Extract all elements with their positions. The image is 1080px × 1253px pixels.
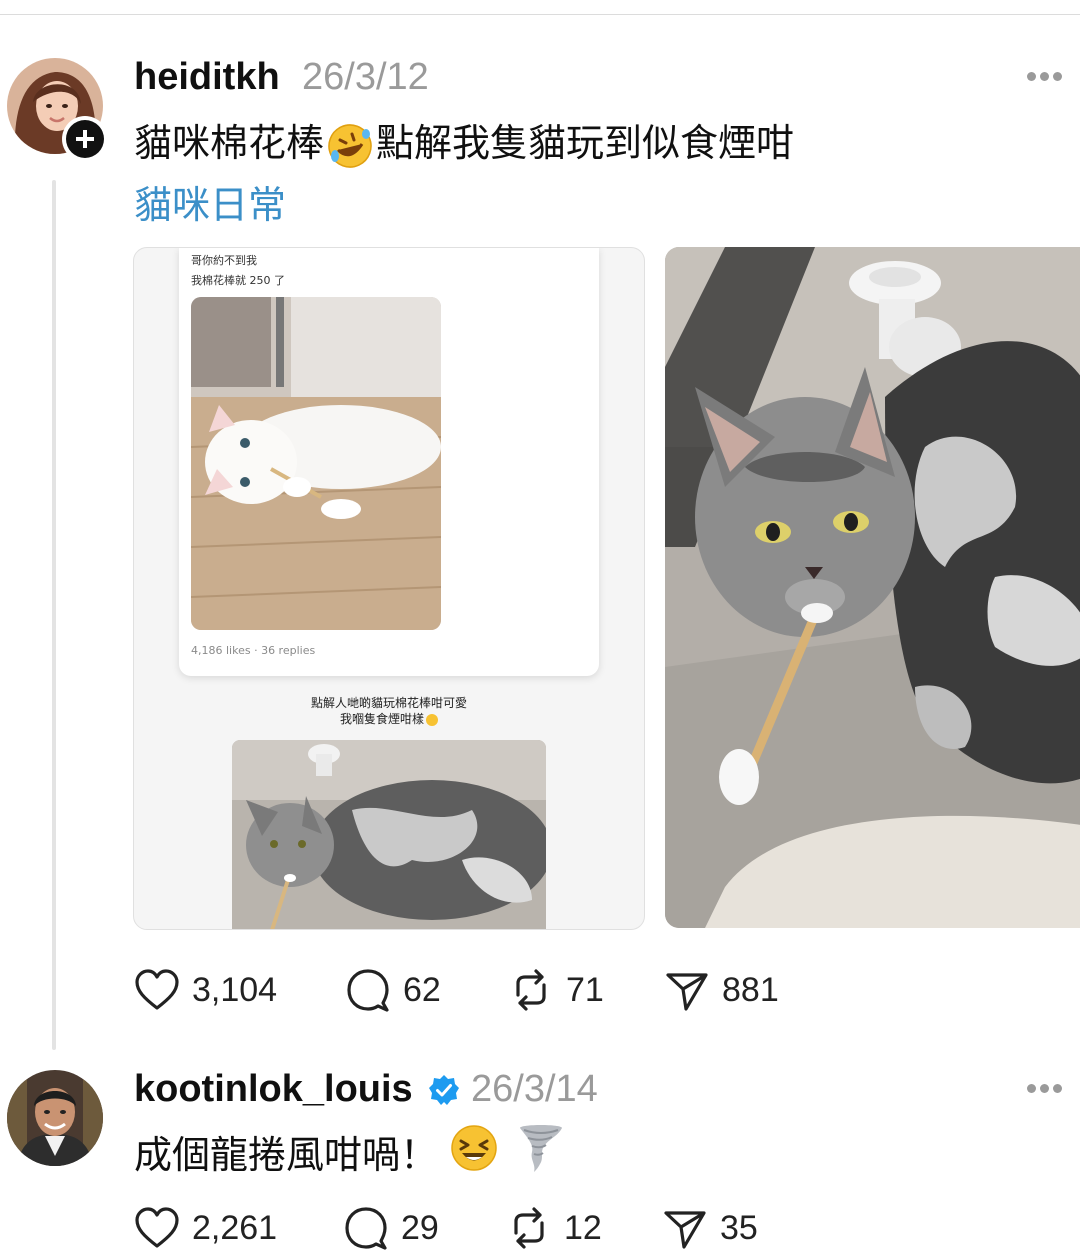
top-divider — [0, 14, 1080, 15]
tabby-cat-thumb — [232, 740, 546, 929]
embedded-quote-2-text: 我嗰隻食煙咁樣 — [339, 712, 424, 726]
post-text: 成個龍捲風咁喎！ — [134, 1124, 438, 1179]
reply-count: 29 — [401, 1208, 439, 1247]
small-laughing-emoji-icon — [426, 713, 438, 726]
post-text-part-2: 點解我隻貓玩到似食煙咁 — [376, 121, 795, 165]
embedded-stats: 4,186 likes · 36 replies — [191, 644, 316, 657]
comment-icon — [347, 969, 389, 1012]
follow-plus-icon[interactable] — [62, 116, 108, 162]
tornado-emoji-icon — [520, 1125, 562, 1172]
repost-count: 71 — [566, 970, 604, 1009]
like-button[interactable]: 3,104 — [134, 965, 277, 1015]
comment-icon — [345, 1207, 387, 1250]
post-date: 26/3/12 — [302, 56, 429, 98]
share-icon — [666, 973, 708, 1011]
heart-icon — [135, 969, 179, 1010]
media-cat-photo[interactable] — [665, 247, 1080, 928]
more-icon[interactable] — [1027, 1084, 1063, 1094]
share-icon — [664, 1211, 706, 1249]
embedded-caption-1: 哥你約不到我 — [191, 254, 257, 267]
share-count: 35 — [720, 1208, 758, 1247]
post-date: 26/3/14 — [471, 1068, 598, 1110]
like-count: 3,104 — [192, 970, 278, 1009]
embedded-quote-1: 點解人哋啲貓玩棉花棒咁可愛 — [310, 696, 467, 710]
post-text-content: 成個龍捲風咁喎！ — [134, 1133, 439, 1177]
topic-tag[interactable]: 貓咪日常 — [134, 174, 286, 229]
repost-count: 12 — [564, 1208, 602, 1247]
repost-button[interactable]: 12 — [506, 1203, 602, 1253]
share-button[interactable]: 35 — [662, 1203, 758, 1253]
verified-badge-icon — [429, 1075, 459, 1105]
post-text-part-1: 貓咪棉花棒 — [134, 121, 325, 165]
avatar-kootinlok[interactable] — [7, 1070, 103, 1166]
embedded-quote-2: 我嗰隻食煙咁樣 — [134, 710, 644, 727]
username[interactable]: kootinlok_louis — [134, 1068, 413, 1111]
reply-count: 62 — [403, 970, 441, 1009]
share-count: 881 — [722, 970, 779, 1009]
comment-button[interactable]: 62 — [345, 965, 441, 1015]
repost-icon — [516, 969, 546, 1011]
thread-line — [52, 180, 56, 1050]
username[interactable]: heiditkh — [134, 56, 280, 99]
media-screenshot[interactable]: 哥你約不到我 我棉花棒就 250 了 4,186 likes · 36 repl… — [133, 247, 645, 930]
embedded-caption-2: 我棉花棒就 250 了 — [191, 274, 285, 287]
laughing-emoji-icon — [451, 1125, 497, 1171]
heart-icon — [135, 1207, 179, 1248]
repost-icon — [514, 1207, 544, 1249]
rofl-emoji-icon — [328, 123, 372, 168]
share-button[interactable]: 881 — [664, 965, 779, 1015]
repost-button[interactable]: 71 — [508, 965, 604, 1015]
post-text: 貓咪棉花棒 點解我隻貓玩到似食煙咁 — [134, 112, 794, 170]
like-button[interactable]: 2,261 — [134, 1203, 277, 1253]
white-cat-photo — [191, 297, 441, 630]
comment-button[interactable]: 29 — [343, 1203, 439, 1253]
embedded-card: 哥你約不到我 我棉花棒就 250 了 4,186 likes · 36 repl… — [179, 248, 599, 676]
like-count: 2,261 — [192, 1208, 278, 1247]
more-icon[interactable] — [1027, 72, 1063, 82]
